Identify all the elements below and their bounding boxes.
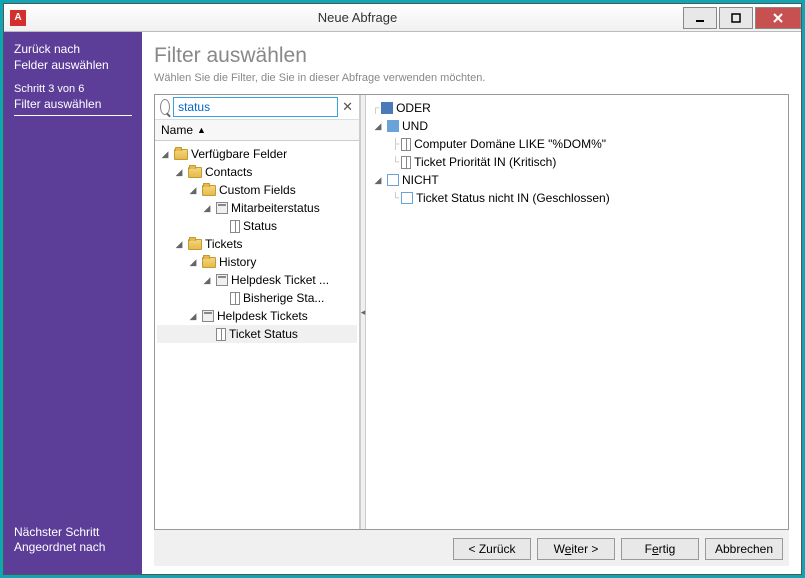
- filter-node-nicht[interactable]: ◢NICHT: [370, 171, 784, 189]
- finish-button[interactable]: Fertig: [621, 538, 699, 560]
- tree-label: Status: [243, 219, 277, 233]
- and-operator-icon: [387, 120, 399, 132]
- step-title: Filter auswählen: [14, 97, 132, 116]
- splitter[interactable]: ◂: [360, 95, 366, 529]
- back-link-line1: Zurück nach: [14, 42, 132, 58]
- tree-node-helpdesk-ticket[interactable]: ◢Helpdesk Ticket ...: [157, 271, 357, 289]
- next-button[interactable]: Weiter >: [537, 538, 615, 560]
- page-heading: Filter auswählen: [154, 44, 789, 68]
- tree-node-custom-fields[interactable]: ◢Custom Fields: [157, 181, 357, 199]
- column-icon: [401, 138, 411, 151]
- column-icon: [230, 220, 240, 233]
- next-step-link[interactable]: Nächster Schritt Angeordnet nach: [14, 525, 132, 564]
- filter-label: Ticket Status nicht IN (Geschlossen): [416, 191, 610, 205]
- table-icon: [202, 310, 214, 322]
- back-link-line2: Felder auswählen: [14, 58, 132, 74]
- search-input[interactable]: [173, 97, 338, 117]
- wizard-sidebar: Zurück nach Felder auswählen Schritt 3 v…: [4, 32, 142, 574]
- filter-node-oder[interactable]: ┌ODER: [370, 99, 784, 117]
- folder-icon: [174, 149, 188, 160]
- step-number: Schritt 3 von 6: [14, 83, 132, 95]
- tree-label: Helpdesk Tickets: [217, 309, 308, 323]
- page-subheading: Wählen Sie die Filter, die Sie in dieser…: [154, 72, 789, 84]
- tree-label: History: [219, 255, 256, 269]
- back-button[interactable]: < Zurück: [453, 538, 531, 560]
- tree-label: Tickets: [205, 237, 243, 251]
- tree-label: Mitarbeiterstatus: [231, 201, 320, 215]
- tree-label: Helpdesk Ticket ...: [231, 273, 329, 287]
- filter-label: Ticket Priorität IN (Kritisch): [414, 155, 556, 169]
- tree-node-helpdesk-tickets[interactable]: ◢Helpdesk Tickets: [157, 307, 357, 325]
- tree-label: Contacts: [205, 165, 252, 179]
- table-icon: [216, 274, 228, 286]
- folder-icon: [188, 239, 202, 250]
- table-icon: [216, 202, 228, 214]
- tree-node-status[interactable]: Status: [157, 217, 357, 235]
- tree-node-tickets[interactable]: ◢Tickets: [157, 235, 357, 253]
- next-step-line2: Angeordnet nach: [14, 540, 132, 556]
- close-button[interactable]: [755, 7, 801, 29]
- back-link[interactable]: Zurück nach Felder auswählen: [14, 42, 132, 73]
- folder-icon: [188, 167, 202, 178]
- search-icon: [160, 99, 170, 115]
- button-label: < Zurück: [468, 542, 515, 556]
- filter-node-priority[interactable]: └Ticket Priorität IN (Kritisch): [370, 153, 784, 171]
- titlebar: A Neue Abfrage: [4, 4, 801, 32]
- filter-node-status[interactable]: └Ticket Status nicht IN (Geschlossen): [370, 189, 784, 207]
- filter-label: Computer Domäne LIKE "%DOM%": [414, 137, 606, 151]
- tree-node-history[interactable]: ◢History: [157, 253, 357, 271]
- cancel-button[interactable]: Abbrechen: [705, 538, 783, 560]
- folder-icon: [202, 257, 216, 268]
- not-operator-icon: [387, 174, 399, 186]
- filter-tree[interactable]: ┌ODER ◢UND ├Computer Domäne LIKE "%DOM%"…: [366, 95, 788, 529]
- tree-label: Verfügbare Felder: [191, 147, 287, 161]
- tree-node-mitarbeiterstatus[interactable]: ◢Mitarbeiterstatus: [157, 199, 357, 217]
- filter-label: ODER: [396, 101, 431, 115]
- window-title: Neue Abfrage: [32, 10, 683, 25]
- available-fields-panel: ✕ Name ▲ ◢Verfügbare Felder ◢Contacts ◢C…: [155, 95, 360, 529]
- tree-node-contacts[interactable]: ◢Contacts: [157, 163, 357, 181]
- column-icon: [230, 292, 240, 305]
- filter-node-computer[interactable]: ├Computer Domäne LIKE "%DOM%": [370, 135, 784, 153]
- tree-node-root[interactable]: ◢Verfügbare Felder: [157, 145, 357, 163]
- folder-icon: [202, 185, 216, 196]
- fields-tree[interactable]: ◢Verfügbare Felder ◢Contacts ◢Custom Fie…: [155, 141, 359, 529]
- maximize-button[interactable]: [719, 7, 753, 29]
- filter-label: UND: [402, 119, 428, 133]
- clear-search-button[interactable]: ✕: [338, 99, 357, 115]
- condition-icon: [401, 192, 413, 204]
- tree-label: Custom Fields: [219, 183, 296, 197]
- or-operator-icon: [381, 102, 393, 114]
- next-step-line1: Nächster Schritt: [14, 525, 132, 541]
- column-header-name[interactable]: Name ▲: [155, 119, 359, 141]
- tree-label: Ticket Status: [229, 327, 298, 341]
- filter-node-und[interactable]: ◢UND: [370, 117, 784, 135]
- column-icon: [401, 156, 411, 169]
- button-label: Abbrechen: [715, 542, 773, 556]
- tree-node-bisherige[interactable]: Bisherige Sta...: [157, 289, 357, 307]
- filter-label: NICHT: [402, 173, 439, 187]
- minimize-button[interactable]: [683, 7, 717, 29]
- column-icon: [216, 328, 226, 341]
- column-header-label: Name: [161, 123, 193, 137]
- app-icon: A: [10, 10, 26, 26]
- tree-node-ticket-status[interactable]: Ticket Status: [157, 325, 357, 343]
- sort-asc-icon: ▲: [197, 125, 206, 135]
- tree-label: Bisherige Sta...: [243, 291, 324, 305]
